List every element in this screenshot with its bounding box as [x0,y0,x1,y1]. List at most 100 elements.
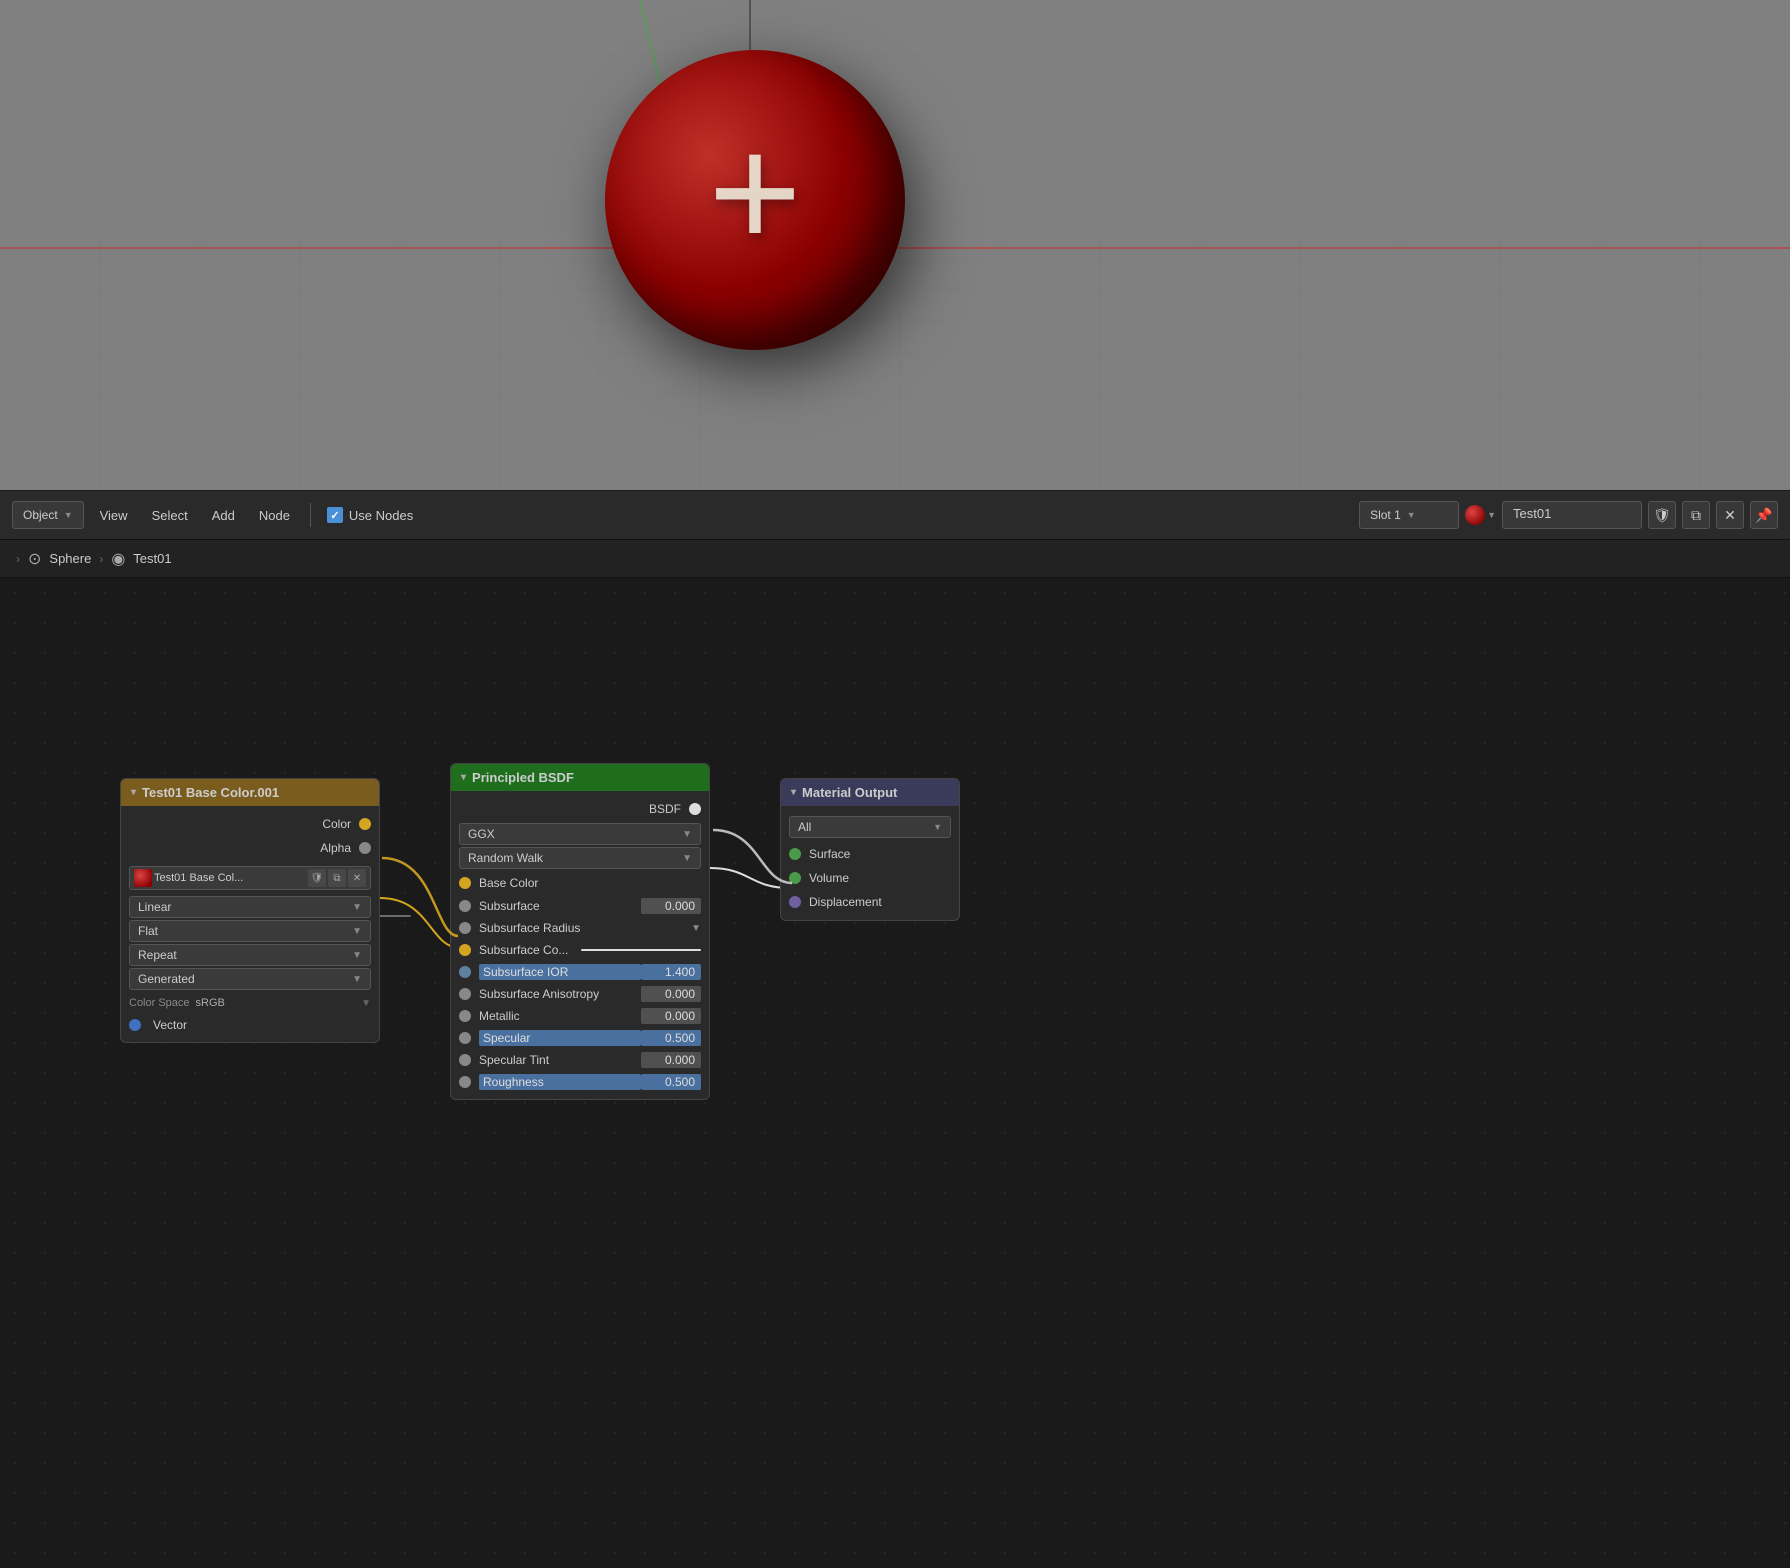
shield-small-icon[interactable]: 🛡 [308,869,326,887]
remove-small-icon[interactable]: ✕ [348,869,366,887]
extension-dropdown[interactable]: Repeat ▼ [129,944,371,966]
subsurface-ior-value[interactable]: 1.400 [641,964,701,980]
specular-tint-socket[interactable] [459,1054,471,1066]
connector-lines [0,578,1790,1568]
base-color-row: Base Color [451,871,709,895]
color-socket-label: Color [322,817,351,831]
texture-node: ▾ Test01 Base Color.001 Color Alpha Test… [120,778,380,1043]
bsdf-node-title: Principled BSDF [472,770,574,785]
node-editor-canvas[interactable]: ▾ Test01 Base Color.001 Color Alpha Test… [0,578,1790,1568]
alpha-output-socket[interactable] [359,842,371,854]
breadcrumb-sphere[interactable]: Sphere [49,551,91,566]
interpolation-dropdown[interactable]: Linear ▼ [129,896,371,918]
alpha-socket-label: Alpha [320,841,351,855]
close-icon-btn[interactable]: ✕ [1716,501,1744,529]
target-label: All [798,820,811,834]
texture-node-title: Test01 Base Color.001 [142,785,279,800]
surface-input-socket[interactable] [789,848,801,860]
roughness-value[interactable]: 0.500 [641,1074,701,1090]
copy-icon-btn[interactable]: ⧉ [1682,501,1710,529]
select-menu[interactable]: Select [144,501,196,529]
color-output-socket[interactable] [359,818,371,830]
texture-chevron-icon: ▾ [131,787,136,798]
shield-icon: 🛡 [1653,507,1671,524]
color-space-chevron-icon[interactable]: ▼ [361,998,371,1009]
bsdf-node: ▾ Principled BSDF BSDF GGX ▼ Random Walk… [450,763,710,1100]
output-node-header: ▾ Material Output [781,779,959,806]
subsurface-method-dropdown[interactable]: Random Walk ▼ [459,847,701,869]
object-label: Object [23,508,58,522]
vector-input-socket[interactable] [129,1019,141,1031]
texture-node-body: Color Alpha Test01 Base Col... 🛡 ⧉ ✕ [121,806,379,1042]
specular-socket[interactable] [459,1032,471,1044]
subsurface-value[interactable]: 0.000 [641,898,701,914]
subsurface-co-socket[interactable] [459,944,471,956]
source-dropdown[interactable]: Generated ▼ [129,968,371,990]
subsurface-anisotropy-value[interactable]: 0.000 [641,986,701,1002]
subsurface-co-row: Subsurface Co... [451,939,709,961]
pin-icon-btn[interactable]: 📌 [1750,501,1778,529]
node-editor-toolbar: Object ▼ View Select Add Node Use Nodes … [0,490,1790,540]
distribution-chevron-icon: ▼ [682,829,692,840]
object-chevron-icon: ▼ [64,510,73,520]
subsurface-socket[interactable] [459,900,471,912]
object-menu[interactable]: Object ▼ [12,501,84,529]
node-menu[interactable]: Node [251,501,298,529]
bsdf-node-body: BSDF GGX ▼ Random Walk ▼ Base Color S [451,791,709,1099]
material-ball-chevron: ▼ [1487,510,1496,520]
bsdf-node-header: ▾ Principled BSDF [451,764,709,791]
vector-socket-row: Vector [121,1014,379,1036]
metallic-socket[interactable] [459,1010,471,1022]
subsurface-anisotropy-row: Subsurface Anisotropy 0.000 [451,983,709,1005]
volume-input-socket[interactable] [789,872,801,884]
slot-dropdown[interactable]: Slot 1 ▼ [1359,501,1459,529]
use-nodes-toggle[interactable]: Use Nodes [327,507,413,523]
color-space-row: Color Space sRGB ▼ [121,992,379,1014]
subsurface-method-chevron-icon: ▼ [682,853,692,864]
shield-icon-btn[interactable]: 🛡 [1648,501,1676,529]
distribution-label: GGX [468,827,495,841]
displacement-input-socket[interactable] [789,896,801,908]
projection-dropdown[interactable]: Flat ▼ [129,920,371,942]
output-node-body: All ▼ Surface Volume Displacement [781,806,959,920]
roughness-row: Roughness 0.500 [451,1071,709,1093]
copy-small-icon[interactable]: ⧉ [328,869,346,887]
texture-name: Test01 Base Col... [154,872,306,884]
viewport-3d[interactable] [0,0,1790,490]
source-chevron-icon: ▼ [352,974,362,985]
subsurface-anisotropy-socket[interactable] [459,988,471,1000]
copy-icon: ⧉ [1691,507,1701,524]
interpolation-chevron-icon: ▼ [352,902,362,913]
add-menu[interactable]: Add [204,501,243,529]
metallic-label: Metallic [479,1009,641,1023]
subsurface-row: Subsurface 0.000 [451,895,709,917]
breadcrumb-test01[interactable]: Test01 [133,551,171,566]
displacement-label: Displacement [809,895,882,909]
subsurface-co-value[interactable] [581,949,701,951]
metallic-value[interactable]: 0.000 [641,1008,701,1024]
extension-chevron-icon: ▼ [352,950,362,961]
toolbar-right: Slot 1 ▼ ▼ Test01 🛡 ⧉ ✕ 📌 [1359,501,1778,529]
toolbar-sep-1 [310,503,311,527]
material-name-field[interactable]: Test01 [1502,501,1642,529]
color-space-value: sRGB [196,997,225,1009]
material-breadcrumb-icon: ◉ [111,549,125,569]
specular-tint-value[interactable]: 0.000 [641,1052,701,1068]
sphere-object [595,40,895,340]
target-dropdown[interactable]: All ▼ [789,816,951,838]
target-chevron-icon: ▼ [933,822,942,832]
specular-tint-row: Specular Tint 0.000 [451,1049,709,1071]
volume-label: Volume [809,871,849,885]
texture-node-header: ▾ Test01 Base Color.001 [121,779,379,806]
extension-label: Repeat [138,948,177,962]
subsurface-radius-socket[interactable] [459,922,471,934]
distribution-dropdown[interactable]: GGX ▼ [459,823,701,845]
specular-value[interactable]: 0.500 [641,1030,701,1046]
base-color-socket[interactable] [459,877,471,889]
subsurface-ior-socket[interactable] [459,966,471,978]
use-nodes-checkbox[interactable] [327,507,343,523]
roughness-socket[interactable] [459,1076,471,1088]
vector-label: Vector [153,1018,187,1032]
bsdf-output-socket[interactable] [689,803,701,815]
view-menu[interactable]: View [92,501,136,529]
